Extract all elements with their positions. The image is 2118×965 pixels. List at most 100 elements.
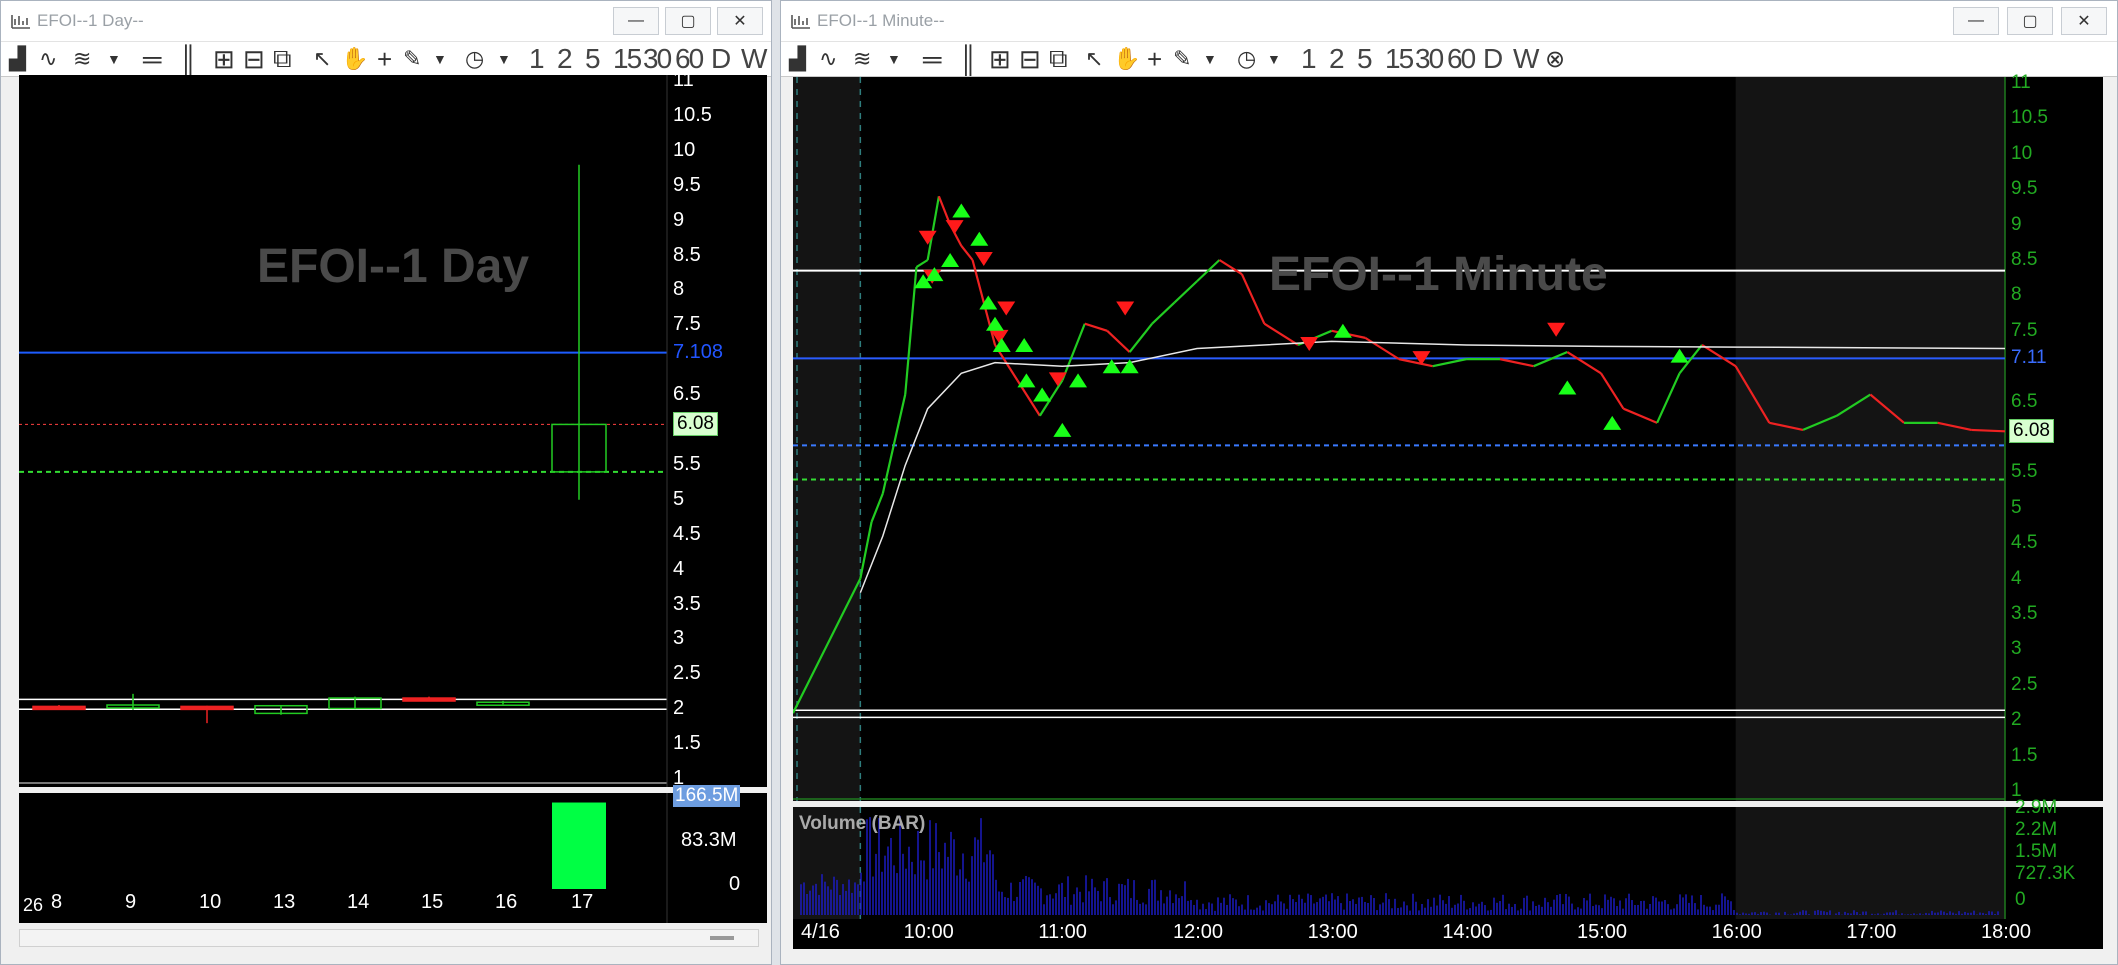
crosshair-icon[interactable]: + (377, 44, 392, 74)
chevron-down-icon[interactable]: ▼ (497, 46, 511, 72)
time-label-15-00: 15:00 (1577, 921, 1628, 943)
zoom-out-icon[interactable]: ⊟ (1019, 44, 1041, 74)
price-segment-20 (1173, 280, 1198, 304)
price-tick-3-5: 3.5 (2011, 603, 2038, 624)
volume-tick-4: 0 (2015, 889, 2026, 910)
interval-5[interactable]: 5 (585, 43, 601, 74)
daily-price-pane[interactable]: EFOI--1 Day 11 10.5 10 9.5 9 8.5 8 7.5 7.108 6.5 6… (19, 69, 767, 789)
buy-signal-marker (1069, 373, 1088, 388)
maximize-button[interactable]: ▢ (2007, 7, 2053, 35)
buy-signal-marker (1033, 387, 1052, 402)
hand-icon[interactable]: ✋ (341, 46, 368, 72)
price-tick-11: 11 (673, 69, 694, 91)
daily-volume-pane: 166.5M 83.3M 0 26 8 9 10 13 14 15 16 17 (19, 785, 767, 923)
price-segment-6 (915, 259, 929, 269)
chevron-down-icon[interactable]: ▼ (1267, 46, 1281, 72)
vertical-line-icon[interactable]: ║ (179, 44, 197, 74)
interval-60[interactable]: 60 (1447, 43, 1476, 74)
fit-icon[interactable]: ⧉ (1049, 43, 1068, 73)
interval-2[interactable]: 2 (557, 43, 573, 74)
sell-signal-marker (974, 252, 993, 266)
horizontal-line-icon[interactable]: ═ (143, 44, 161, 74)
price-segment-7 (926, 196, 940, 261)
bar-chart-icon[interactable]: ▟ (9, 46, 26, 72)
pointer-icon[interactable]: ↖ (313, 46, 331, 72)
time-label-11-00: 11:00 (1038, 921, 1087, 943)
hand-icon[interactable]: ✋ (1113, 46, 1140, 72)
buy-signal-marker (1558, 380, 1577, 395)
chevron-down-icon[interactable]: ▼ (887, 46, 901, 72)
time-label-4-16: 4/16 (801, 921, 840, 943)
interval-week[interactable]: W (741, 43, 767, 74)
line-chart-icon[interactable]: ∿ (39, 46, 57, 72)
fit-icon[interactable]: ⧉ (273, 43, 292, 73)
price-segment-38 (1701, 344, 1737, 368)
price-tick-2: 2 (2011, 709, 2022, 731)
buy-signal-marker (1603, 415, 1622, 430)
minimize-button[interactable]: — (613, 7, 659, 35)
minimize-button[interactable]: — (1953, 7, 1999, 35)
indicator-icon[interactable]: ≋ (73, 46, 91, 72)
price-segment-22 (1218, 259, 1243, 276)
interval-1[interactable]: 1 (529, 43, 545, 74)
interval-30[interactable]: 30 (1415, 43, 1444, 74)
time-label-18-00: 18:00 (1981, 921, 2032, 943)
price-tick-10: 10 (673, 138, 696, 161)
price-tick-6-5: 6.5 (673, 383, 701, 406)
clear-icon[interactable]: ⊗ (1545, 46, 1565, 73)
pencil-icon[interactable]: ✎ (1173, 46, 1191, 72)
indicator-icon[interactable]: ≋ (853, 46, 871, 72)
close-button[interactable]: ✕ (717, 7, 763, 35)
interval-30[interactable]: 30 (643, 43, 672, 74)
interval-day[interactable]: D (1483, 43, 1503, 74)
minute-price-pane[interactable]: EFOI--1 Minute 11 10.5 10 9.5 9 8.5 8 7.5 7.11 6.… (793, 72, 2103, 801)
crosshair-icon[interactable]: + (1147, 44, 1162, 74)
volume-tick-max: 166.5M (673, 785, 741, 807)
interval-1[interactable]: 1 (1301, 43, 1317, 74)
price-tick-6-5: 6.5 (2011, 390, 2038, 412)
daily-titlebar[interactable]: EFOI--1 Day-- — ▢ ✕ (1, 1, 771, 41)
zoom-in-icon[interactable]: ⊞ (213, 44, 235, 74)
bar-chart-icon[interactable]: ▟ (789, 46, 806, 72)
price-segment-3 (870, 493, 884, 523)
minute-price-svg (793, 77, 2006, 801)
zoom-out-icon[interactable]: ⊟ (243, 44, 265, 74)
interval-5[interactable]: 5 (1357, 43, 1373, 74)
interval-15[interactable]: 15 (613, 43, 642, 74)
price-segment-16 (1084, 322, 1108, 332)
price-segment-15 (1061, 323, 1086, 381)
vertical-line-icon[interactable]: ║ (959, 44, 977, 74)
sell-signal-marker (1116, 301, 1135, 316)
clock-icon[interactable]: ◷ (1237, 46, 1256, 72)
interval-15[interactable]: 15 (1385, 43, 1414, 74)
maximize-button[interactable]: ▢ (665, 7, 711, 35)
chevron-down-icon[interactable]: ▼ (107, 46, 121, 72)
close-button[interactable]: ✕ (2061, 7, 2107, 35)
chevron-down-icon[interactable]: ▼ (433, 46, 447, 72)
pointer-icon[interactable]: ↖ (1085, 46, 1103, 72)
minute-titlebar[interactable]: EFOI--1 Minute-- — ▢ ✕ (781, 1, 2117, 41)
price-segment-35 (1623, 407, 1658, 424)
interval-day[interactable]: D (711, 43, 731, 74)
horizontal-line-icon[interactable]: ═ (923, 44, 941, 74)
plot-background (19, 75, 667, 787)
zoom-in-icon[interactable]: ⊞ (989, 44, 1011, 74)
date-label-16: 16 (495, 891, 518, 913)
daily-scrollbar[interactable] (19, 929, 759, 947)
clock-icon[interactable]: ◷ (465, 46, 484, 72)
volume-tick-zero: 0 (729, 873, 741, 895)
buy-signal-marker (952, 203, 971, 218)
interval-week[interactable]: W (1513, 43, 1539, 74)
interval-2[interactable]: 2 (1329, 43, 1345, 74)
time-label-10-00: 10:00 (903, 921, 954, 943)
chevron-down-icon[interactable]: ▼ (1203, 46, 1217, 72)
price-tick-1-5: 1.5 (2011, 744, 2038, 766)
pencil-icon[interactable]: ✎ (403, 46, 421, 72)
line-chart-icon[interactable]: ∿ (819, 46, 837, 72)
date-label-13: 13 (273, 891, 296, 913)
price-segment-36 (1656, 372, 1681, 424)
daily-watermark: EFOI--1 Day (257, 240, 530, 293)
price-tick-7-108: 7.108 (673, 340, 724, 363)
scroll-thumb[interactable] (710, 936, 734, 940)
minute-time-axis: 4/16 10:00 11:00 12:00 13:00 14:00 15:00 16:00 1… (793, 919, 2103, 949)
